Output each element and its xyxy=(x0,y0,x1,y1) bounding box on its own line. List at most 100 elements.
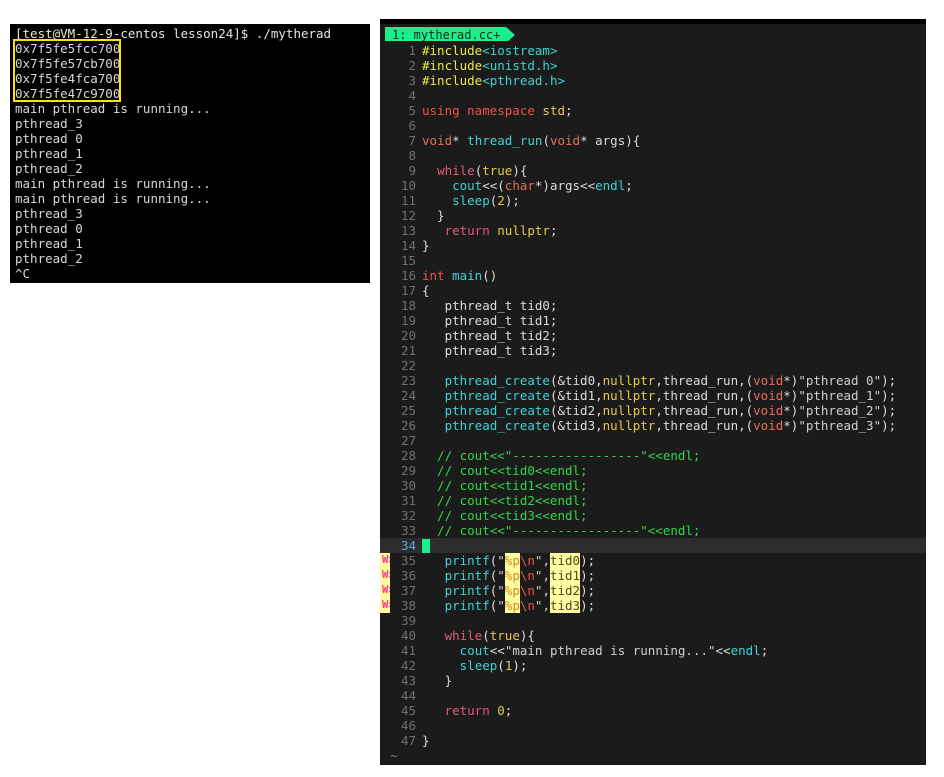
code-area[interactable]: 1 #include<iostream> 2 #include<unistd.h> 3 #… xyxy=(380,41,926,763)
code-token: ; xyxy=(565,103,573,118)
code-line-text: #include<unistd.h> xyxy=(422,58,557,73)
code-line[interactable]: W>38 printf("%p\n",tid3); xyxy=(380,598,926,613)
code-token: tid2 xyxy=(549,583,581,598)
code-token: ; xyxy=(549,223,558,238)
code-token: pthread_create xyxy=(444,373,550,388)
code-token: ( xyxy=(497,658,505,673)
code-line[interactable]: 33 // cout<<"-----------------"<<endl; xyxy=(380,523,926,538)
code-token: return xyxy=(444,223,490,238)
code-token: ){ xyxy=(519,628,535,643)
code-token: void xyxy=(753,373,784,388)
line-number: 1 xyxy=(408,43,416,58)
warning-marker-icon[interactable]: W> xyxy=(380,553,390,568)
terminal-output-line: main pthread is running... xyxy=(15,191,211,206)
code-line[interactable]: W>36 printf("%p\n",tid1); xyxy=(380,568,926,583)
code-line[interactable]: 18 pthread_t tid0; xyxy=(380,298,926,313)
code-line[interactable]: W>35 printf("%p\n",tid0); xyxy=(380,553,926,568)
code-line[interactable]: 7 void* thread_run(void* args){ xyxy=(380,133,926,148)
code-token: \n xyxy=(519,568,535,583)
code-token: << xyxy=(715,643,731,658)
code-line[interactable]: 27 xyxy=(380,433,926,448)
code-line[interactable]: 11 sleep(2); xyxy=(380,193,926,208)
code-line[interactable]: 46 xyxy=(380,718,926,733)
code-line[interactable]: 28 // cout<<"-----------------"<<endl; xyxy=(380,448,926,463)
warning-marker-icon[interactable]: W> xyxy=(380,598,390,613)
code-token: cout xyxy=(452,178,483,193)
code-token: *) xyxy=(783,388,799,403)
code-line[interactable]: 1 #include<iostream> xyxy=(380,43,926,58)
editor-tab-bar[interactable]: 1: mytherad.cc+ xyxy=(380,24,926,44)
warning-marker-icon[interactable]: W> xyxy=(380,568,390,583)
warning-marker-icon[interactable]: W> xyxy=(380,583,390,598)
code-line[interactable]: 8 xyxy=(380,148,926,163)
code-line[interactable]: 17 { xyxy=(380,283,926,298)
code-token: "pthread 0" xyxy=(798,373,882,388)
code-line-text: printf("%p\n",tid0); xyxy=(422,553,595,568)
code-line[interactable]: 4 xyxy=(380,88,926,103)
code-token: ,thread_run,( xyxy=(655,403,754,418)
code-line[interactable]: 20 pthread_t tid2; xyxy=(380,328,926,343)
code-token: pthread_create xyxy=(444,418,550,433)
code-line[interactable]: 29 // cout<<tid0<<endl; xyxy=(380,463,926,478)
code-line[interactable]: W>37 printf("%p\n",tid2); xyxy=(380,583,926,598)
code-line[interactable]: 16 int main() xyxy=(380,268,926,283)
line-number: 28 xyxy=(400,448,416,463)
code-line[interactable]: 21 pthread_t tid3; xyxy=(380,343,926,358)
code-token: \n xyxy=(519,598,535,613)
terminal-output-line: pthread_2 xyxy=(15,251,83,266)
code-line[interactable]: 44 xyxy=(380,688,926,703)
terminal-output-line: pthread 0 xyxy=(15,221,83,236)
code-line[interactable]: 23 pthread_create(&tid0,nullptr,thread_r… xyxy=(380,373,926,388)
line-number: 13 xyxy=(400,223,416,238)
code-token: " xyxy=(497,583,505,598)
code-line[interactable]: 19 pthread_t tid1; xyxy=(380,313,926,328)
code-token: } xyxy=(422,208,445,223)
code-token: char xyxy=(504,178,535,193)
code-line[interactable]: 32 // cout<<tid3<<endl; xyxy=(380,508,926,523)
code-token: nullptr xyxy=(602,418,656,433)
code-line[interactable]: 40 while(true){ xyxy=(380,628,926,643)
code-line[interactable]: 31 // cout<<tid2<<endl; xyxy=(380,493,926,508)
code-token: * xyxy=(452,133,468,148)
line-number: 26 xyxy=(400,418,416,433)
code-line[interactable]: 22 xyxy=(380,358,926,373)
code-line[interactable]: 42 sleep(1); xyxy=(380,658,926,673)
code-line[interactable]: 13 return nullptr; xyxy=(380,223,926,238)
code-line[interactable]: 2 #include<unistd.h> xyxy=(380,58,926,73)
code-line[interactable]: 14} xyxy=(380,238,926,253)
code-line[interactable]: 12 } xyxy=(380,208,926,223)
terminal-output-line: main pthread is running... xyxy=(15,176,211,191)
line-number: 24 xyxy=(400,388,416,403)
code-line-text: return nullptr; xyxy=(422,223,558,238)
line-number: 6 xyxy=(408,118,416,133)
code-line-text: sleep(2); xyxy=(422,193,520,208)
code-line[interactable]: 34 xyxy=(380,538,926,553)
terminal-window[interactable]: [test@VM-12-9-centos lesson24]$ ./myther… xyxy=(10,24,370,283)
code-line[interactable]: 43 } xyxy=(380,673,926,688)
code-line[interactable]: 45 return 0; xyxy=(380,703,926,718)
code-line[interactable]: 30 // cout<<tid1<<endl; xyxy=(380,478,926,493)
code-line[interactable]: 6 xyxy=(380,118,926,133)
code-line[interactable]: 15 xyxy=(380,253,926,268)
line-number: 21 xyxy=(400,343,416,358)
code-line[interactable]: 25 pthread_create(&tid2,nullptr,thread_r… xyxy=(380,403,926,418)
code-editor-window[interactable]: 1: mytherad.cc+ 1 #include<iostream> 2 #inc… xyxy=(380,19,926,765)
code-token: while xyxy=(444,628,483,643)
code-line[interactable]: 47} xyxy=(380,733,926,748)
code-line[interactable]: 5 using namespace std; xyxy=(380,103,926,118)
code-token: // cout<<"-----------------"<<endl; xyxy=(422,448,701,463)
code-line[interactable]: 26 pthread_create(&tid3,nullptr,thread_r… xyxy=(380,418,926,433)
code-line[interactable]: 3 #include<pthread.h> xyxy=(380,73,926,88)
code-line[interactable]: 9 while(true){ xyxy=(380,163,926,178)
code-line[interactable]: 24 pthread_create(&tid1,nullptr,thread_r… xyxy=(380,388,926,403)
code-line[interactable]: 10 cout<<(char*)args<<endl; xyxy=(380,178,926,193)
line-number: 37 xyxy=(400,583,416,598)
code-line[interactable]: 41 cout<<"main pthread is running..."<<e… xyxy=(380,643,926,658)
code-line[interactable]: 39 xyxy=(380,613,926,628)
code-token: endl xyxy=(730,643,761,658)
